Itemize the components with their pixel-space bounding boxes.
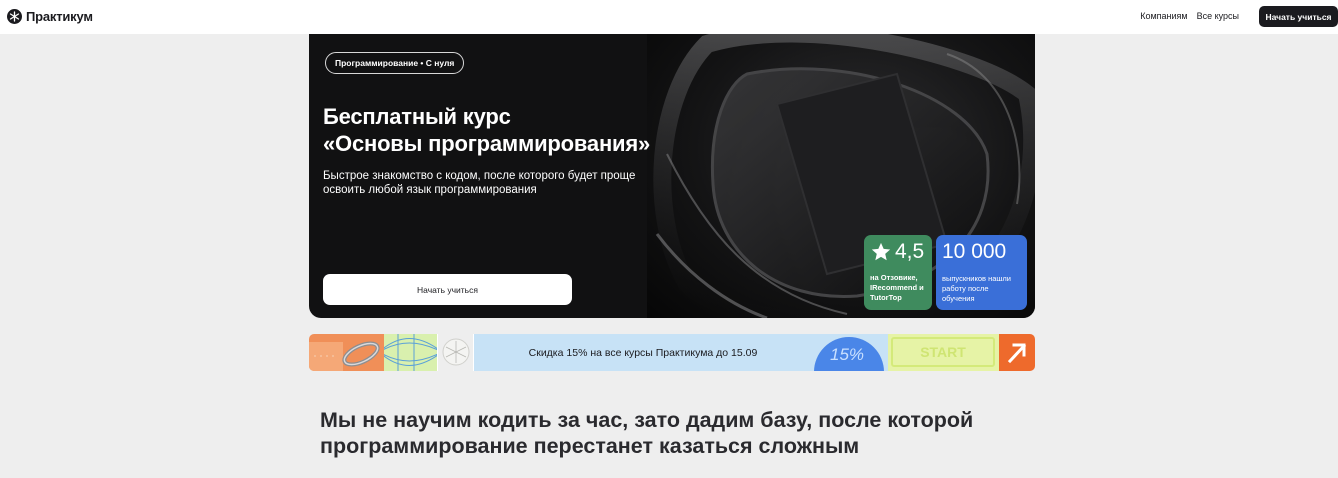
promo-ring-graphic — [309, 334, 384, 371]
star-icon — [871, 242, 891, 261]
graduates-caption: выпускников нашли работу после обучения — [942, 274, 1011, 303]
promo-arrow-button[interactable] — [999, 334, 1035, 371]
manifesto-heading: Мы не научим кодить за час, зато дадим б… — [320, 408, 974, 458]
promo-percent-graphic: 15% — [812, 334, 888, 371]
nav-link-companies[interactable]: Компаниям — [1140, 11, 1187, 21]
practicum-logo-icon — [7, 9, 22, 24]
start-learning-button-header[interactable]: Начать учиться — [1259, 6, 1338, 27]
promo-text[interactable]: Скидка 15% на все курсы Практикума до 15… — [474, 334, 812, 371]
graduates-value: 10 000 — [942, 240, 1007, 263]
promo-start-label: START — [891, 337, 995, 367]
logo[interactable]: Практикум — [7, 9, 93, 24]
rating-badge: 4,5 на Отзовике, IRecommend и TutorTop — [864, 235, 932, 310]
logo-text: Практикум — [26, 9, 93, 24]
site-header: Практикум Компаниям Все курсы Начать учи… — [0, 0, 1338, 34]
hero-banner: Программирование • С нуля Бесплатный кур… — [309, 34, 1035, 318]
start-learning-button[interactable]: Начать учиться — [323, 274, 572, 305]
course-category-tag: Программирование • С нуля — [325, 52, 465, 74]
promo-percent-label: 15% — [814, 337, 884, 371]
rating-value: 4,5 — [895, 240, 925, 263]
promo-waves-graphic — [384, 334, 437, 371]
top-nav: Компаниям Все курсы — [1140, 11, 1239, 21]
graduates-badge: 10 000 выпускников нашли работу после об… — [936, 235, 1027, 310]
promo-banner[interactable]: Скидка 15% на все курсы Практикума до 15… — [309, 334, 1035, 371]
hero-subtitle: Быстрое знакомство с кодом, после которо… — [323, 170, 636, 196]
rating-caption: на Отзовике, IRecommend и TutorTop — [870, 273, 924, 302]
arrow-up-right-icon — [1007, 343, 1027, 364]
promo-start-graphic: START — [888, 334, 999, 371]
promo-shell-graphic — [437, 334, 474, 371]
nav-link-all-courses[interactable]: Все курсы — [1197, 11, 1239, 21]
hero-title: Бесплатный курс «Основы программирования… — [323, 104, 651, 156]
